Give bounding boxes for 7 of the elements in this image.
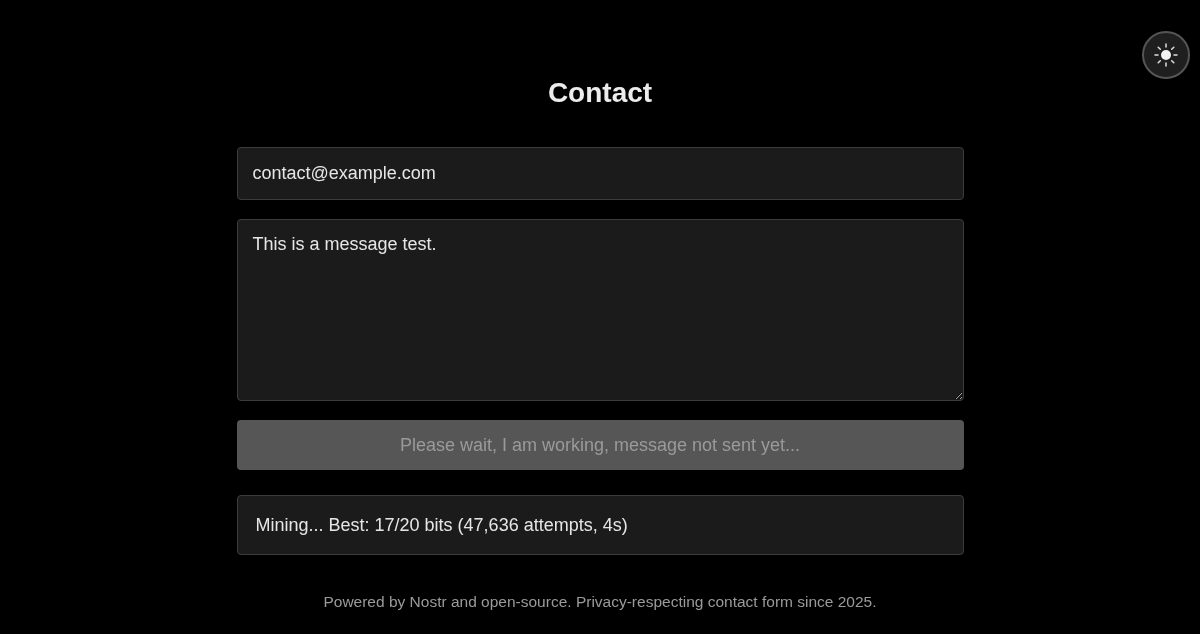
page-title: Contact [546, 76, 654, 110]
email-field[interactable]: contact@example.com [236, 147, 964, 200]
theme-toggle-button[interactable] [1142, 31, 1190, 79]
sun-icon [1154, 43, 1178, 67]
message-field[interactable]: This is a message test. [236, 219, 964, 401]
status-message: Mining... Best: 17/20 bits (47,636 attempts, 4s) [236, 495, 964, 555]
footer-text: Powered by Nostr and open-source. Privacy-respecting contact form since 2025. [322, 593, 878, 611]
